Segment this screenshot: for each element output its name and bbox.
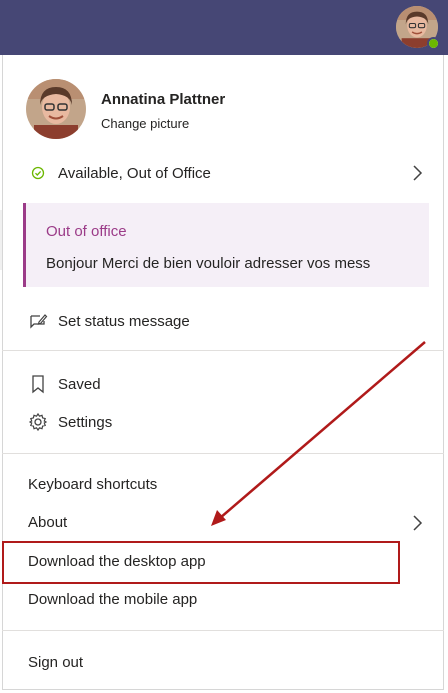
profile-avatar[interactable]: [26, 79, 86, 139]
sign-out-item[interactable]: Sign out: [28, 654, 83, 671]
header-avatar-button[interactable]: [396, 6, 440, 50]
download-mobile-app-label: Download the mobile app: [28, 591, 198, 608]
divider: [2, 453, 444, 454]
bookmark-icon: [28, 374, 48, 394]
out-of-office-card[interactable]: Out of office Bonjour Merci de bien voul…: [23, 203, 429, 287]
status-row[interactable]: Available, Out of Office: [28, 163, 211, 183]
annotation-highlight-box: [2, 541, 400, 584]
profile-name: Annatina Plattner: [101, 91, 226, 108]
chevron-right-icon[interactable]: [410, 514, 424, 532]
divider: [2, 350, 444, 351]
sign-out-label: Sign out: [28, 654, 84, 671]
status-label: Available, Out of Office: [58, 164, 211, 182]
check-circle-icon: [28, 163, 48, 183]
saved-label: Saved: [58, 375, 101, 393]
presence-available-icon: [427, 37, 440, 50]
change-picture-link[interactable]: Change picture: [101, 116, 189, 131]
saved-item[interactable]: Saved: [28, 374, 101, 394]
top-bar: [0, 0, 448, 55]
download-mobile-app-item[interactable]: Download the mobile app: [28, 591, 197, 608]
keyboard-shortcuts-label: Keyboard shortcuts: [28, 476, 158, 493]
settings-label: Settings: [58, 413, 113, 431]
out-of-office-title: Out of office: [46, 223, 127, 240]
profile-photo: [26, 79, 86, 139]
keyboard-shortcuts-item[interactable]: Keyboard shortcuts: [28, 476, 157, 493]
edit-message-icon: [28, 311, 48, 331]
chevron-right-icon[interactable]: [410, 164, 424, 182]
set-status-message-item[interactable]: Set status message: [28, 311, 190, 331]
about-label: About: [28, 514, 68, 531]
divider: [2, 630, 444, 631]
out-of-office-message: Bonjour Merci de bien vouloir adresser v…: [46, 255, 371, 272]
panel-edge: [0, 210, 2, 270]
set-status-message-label: Set status message: [58, 312, 190, 330]
gear-icon: [28, 412, 48, 432]
settings-item[interactable]: Settings: [28, 412, 112, 432]
about-item[interactable]: About: [28, 514, 67, 531]
